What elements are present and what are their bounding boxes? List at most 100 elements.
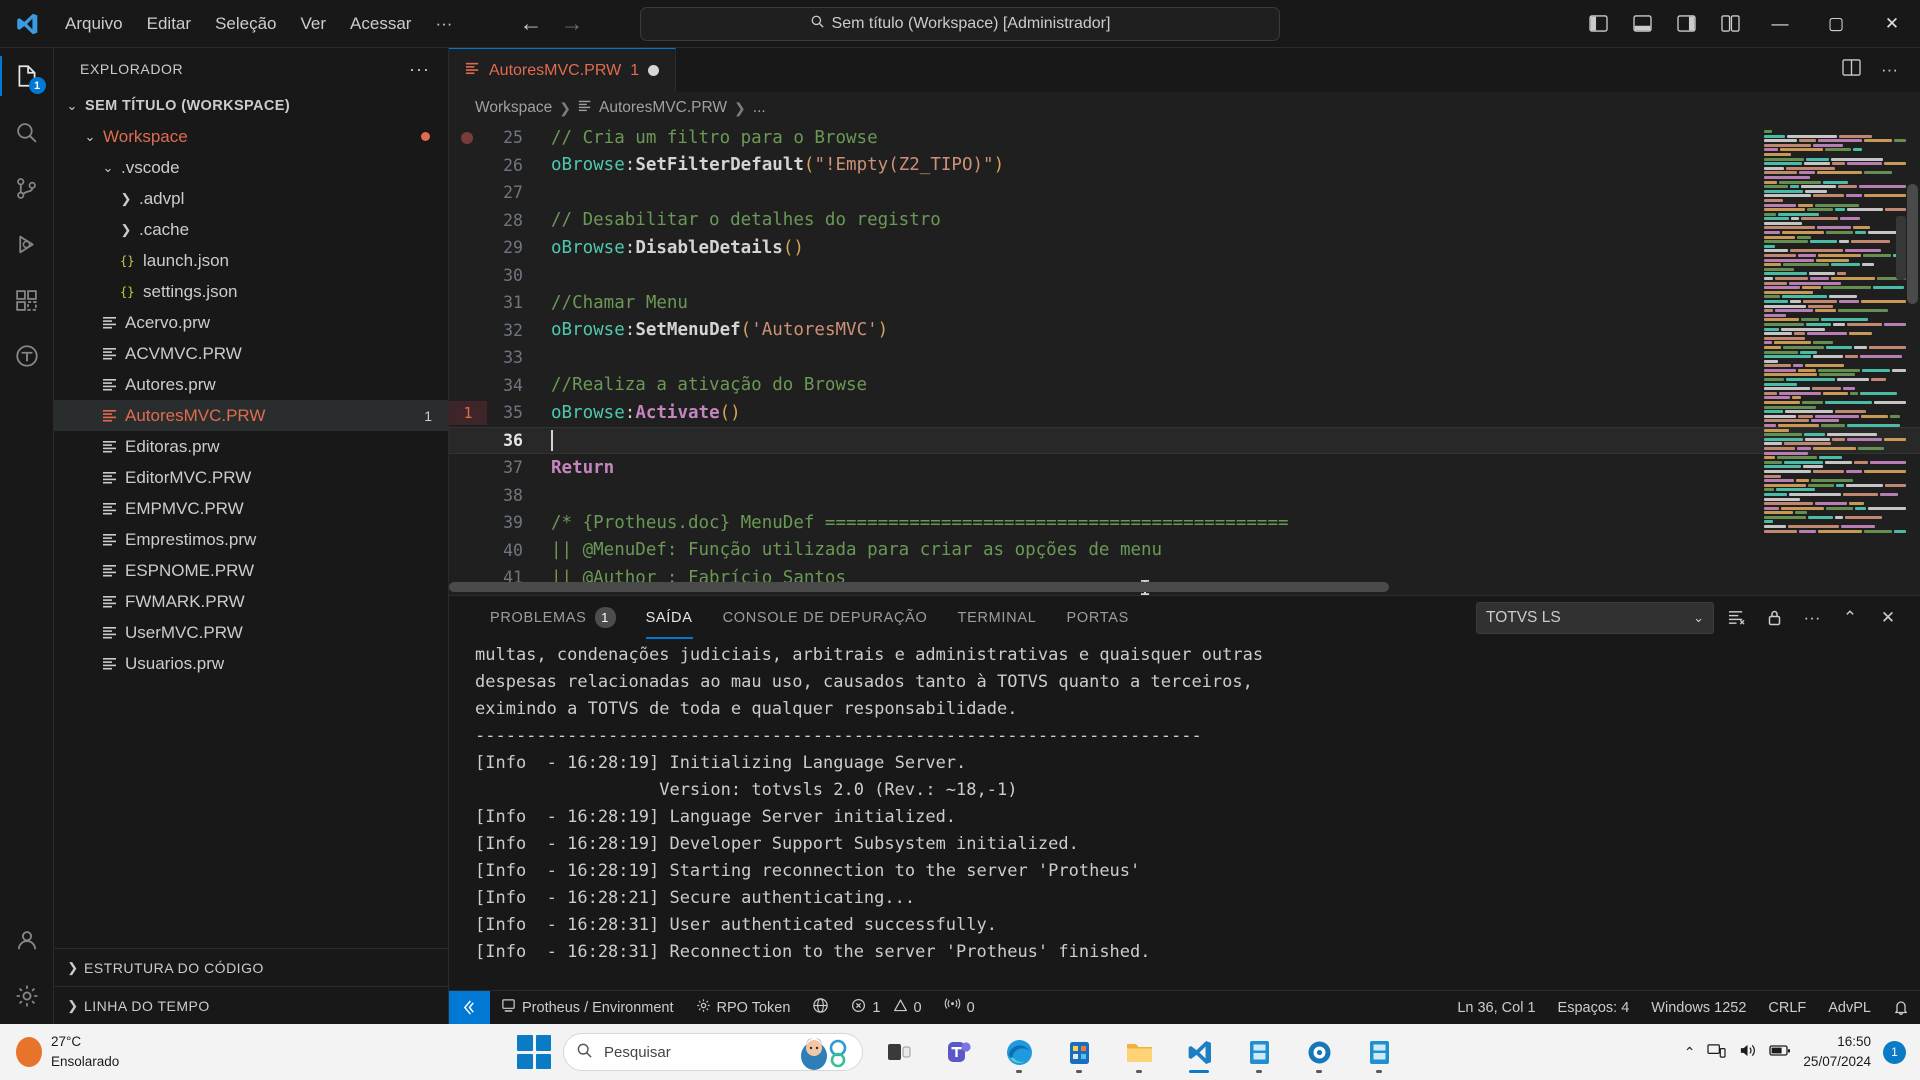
- remote-indicator[interactable]: [449, 990, 490, 1025]
- code-line-36[interactable]: 36: [449, 426, 1920, 454]
- output-channel-select[interactable]: TOTVS LS ⌄: [1476, 601, 1714, 634]
- tree-item-espnome-prw[interactable]: ESPNOME.PRW: [54, 555, 448, 586]
- line-text[interactable]: // Cria um filtro para o Browse: [543, 128, 878, 148]
- activity-accounts[interactable]: [0, 912, 54, 968]
- activity-extensions[interactable]: [0, 272, 54, 328]
- editor-layout-icon[interactable]: [1708, 0, 1752, 48]
- line-text[interactable]: //Realiza a ativação do Browse: [543, 375, 867, 395]
- line-text[interactable]: // Desabilitar o detalhes do registro: [543, 210, 941, 230]
- line-text[interactable]: || @MenuDef: Função utilizada para criar…: [543, 540, 1162, 560]
- panel-tab-terminal[interactable]: TERMINAL: [943, 596, 1052, 639]
- command-center[interactable]: Sem título (Workspace) [Administrador]: [640, 6, 1280, 41]
- menu-more-icon[interactable]: ···: [424, 9, 463, 39]
- editor-scrollbar[interactable]: [1907, 184, 1918, 304]
- menu-acessar[interactable]: Acessar: [339, 9, 422, 39]
- sidebar-section-outline[interactable]: ❯ ESTRUTURA DO CÓDIGO: [54, 948, 448, 986]
- menu-arquivo[interactable]: Arquivo: [54, 9, 134, 39]
- line-text[interactable]: [543, 429, 553, 451]
- code-line-33[interactable]: 33: [449, 344, 1920, 372]
- breadcrumb-symbol[interactable]: ...: [753, 99, 766, 117]
- tree-item-acervo-prw[interactable]: Acervo.prw: [54, 307, 448, 338]
- taskbar-task-view[interactable]: [875, 1028, 923, 1076]
- line-text[interactable]: oBrowse:SetFilterDefault("!Empty(Z2_TIPO…: [543, 155, 1004, 175]
- code-line-39[interactable]: 39 /* {Protheus.doc} MenuDef ============…: [449, 509, 1920, 537]
- line-text[interactable]: oBrowse:DisableDetails(): [543, 238, 804, 258]
- arrow-right-icon[interactable]: →: [560, 12, 583, 35]
- maximize-panel-icon[interactable]: ⌃: [1834, 602, 1866, 634]
- code-line-32[interactable]: 32 oBrowse:SetMenuDef('AutoresMVC'): [449, 317, 1920, 345]
- taskbar-edge[interactable]: [995, 1028, 1043, 1076]
- breakpoint-dot-icon[interactable]: [461, 132, 473, 144]
- split-editor-icon[interactable]: [1834, 59, 1869, 81]
- sidebar-section-timeline[interactable]: ❯ LINHA DO TEMPO: [54, 986, 448, 1024]
- taskbar-store[interactable]: [1055, 1028, 1103, 1076]
- arrow-left-icon[interactable]: ←: [519, 12, 542, 35]
- panel-right-icon[interactable]: [1664, 0, 1708, 48]
- modified-dot-icon[interactable]: [648, 65, 660, 76]
- breadcrumb-workspace[interactable]: Workspace: [475, 99, 552, 117]
- chevron-up-icon[interactable]: ⌃: [1684, 1044, 1696, 1061]
- code-line-37[interactable]: 37 Return: [449, 454, 1920, 482]
- close-panel-icon[interactable]: ✕: [1872, 602, 1904, 634]
- code-line-31[interactable]: 31 //Chamar Menu: [449, 289, 1920, 317]
- line-text[interactable]: /* {Protheus.doc} MenuDef ==============…: [543, 513, 1289, 533]
- status-rpo-token[interactable]: RPO Token: [685, 991, 802, 1025]
- breadcrumb-file[interactable]: AutoresMVC.PRW: [599, 99, 727, 117]
- network-icon[interactable]: [1707, 1042, 1727, 1062]
- status-eol[interactable]: CRLF: [1757, 991, 1817, 1025]
- tree-item-advpl[interactable]: ❯ .advpl: [54, 183, 448, 214]
- code-line-25[interactable]: 25 // Cria um filtro para o Browse: [449, 124, 1920, 152]
- close-button[interactable]: ✕: [1864, 0, 1920, 48]
- chevron-right-icon[interactable]: ❯: [116, 222, 136, 238]
- tab-autoresmvc[interactable]: AutoresMVC.PRW 1: [449, 48, 677, 92]
- maximize-button[interactable]: ▢: [1808, 0, 1864, 48]
- tree-item-autores-prw[interactable]: Autores.prw: [54, 369, 448, 400]
- output-content[interactable]: multas, condenações judiciais, arbitrais…: [449, 639, 1920, 990]
- line-text[interactable]: Return: [543, 458, 614, 478]
- lock-scroll-icon[interactable]: [1758, 602, 1790, 634]
- status-protheus-environment[interactable]: Protheus / Environment: [490, 991, 685, 1025]
- activity-explorer[interactable]: 1: [0, 48, 54, 104]
- more-actions-icon[interactable]: ···: [1873, 60, 1906, 80]
- tree-item-emprestimos-prw[interactable]: Emprestimos.prw: [54, 524, 448, 555]
- tree-item-editormvc-prw[interactable]: EditorMVC.PRW: [54, 462, 448, 493]
- taskbar-totvs-app[interactable]: [1235, 1028, 1283, 1076]
- status-problems[interactable]: 1 0: [840, 991, 932, 1025]
- taskbar-search[interactable]: Pesquisar: [563, 1033, 863, 1071]
- minimize-button[interactable]: —: [1752, 0, 1808, 48]
- code-line-30[interactable]: 30: [449, 262, 1920, 290]
- tree-item-settings-json[interactable]: {} settings.json: [54, 276, 448, 307]
- tree-item-cache[interactable]: ❯ .cache: [54, 214, 448, 245]
- taskbar-clock[interactable]: 16:50 25/07/2024: [1803, 1032, 1871, 1071]
- panel-tab-sa-da[interactable]: SAÍDA: [631, 596, 708, 639]
- code-line-26[interactable]: 26 oBrowse:SetFilterDefault("!Empty(Z2_TI…: [449, 152, 1920, 180]
- tree-item-vscode[interactable]: ⌄ .vscode: [54, 152, 448, 183]
- status-line-col[interactable]: Ln 36, Col 1: [1446, 991, 1546, 1025]
- chevron-down-icon[interactable]: ⌄: [62, 98, 82, 114]
- activity-run-and-debug[interactable]: [0, 216, 54, 272]
- line-text[interactable]: oBrowse:Activate(): [543, 403, 741, 423]
- tree-item-fwmark-prw[interactable]: FWMARK.PRW: [54, 586, 448, 617]
- clear-output-icon[interactable]: [1720, 602, 1752, 634]
- status-encoding[interactable]: Windows 1252: [1640, 991, 1757, 1025]
- code-line-38[interactable]: 38: [449, 482, 1920, 510]
- tree-item-usuarios-prw[interactable]: Usuarios.prw: [54, 648, 448, 679]
- panel-tab-console-de-depura-o[interactable]: CONSOLE DE DEPURAÇÃO: [708, 596, 943, 639]
- bell-dot-icon[interactable]: [1882, 991, 1920, 1025]
- editor-horizontal-scrollbar[interactable]: [449, 582, 1754, 592]
- tree-item-launch-json[interactable]: {} launch.json: [54, 245, 448, 276]
- code-line-40[interactable]: 40 || @MenuDef: Função utilizada para cri…: [449, 537, 1920, 565]
- activity-manage-gear-icon[interactable]: [0, 968, 54, 1024]
- taskbar-totvs-app-2[interactable]: [1355, 1028, 1403, 1076]
- more-actions-icon[interactable]: ···: [1796, 602, 1828, 634]
- chevron-down-icon[interactable]: ⌄: [80, 129, 100, 145]
- code-line-34[interactable]: 34 //Realiza a ativação do Browse: [449, 372, 1920, 400]
- windows-start-icon[interactable]: [517, 1035, 551, 1069]
- code-editor[interactable]: 25 // Cria um filtro para o Browse 26 oBrow…: [449, 124, 1920, 595]
- code-line-29[interactable]: 29 oBrowse:DisableDetails(): [449, 234, 1920, 262]
- activity-source-control[interactable]: [0, 160, 54, 216]
- line-text[interactable]: //Chamar Menu: [543, 293, 688, 313]
- volume-icon[interactable]: [1738, 1042, 1757, 1062]
- code-lines[interactable]: 25 // Cria um filtro para o Browse 26 oBrow…: [449, 124, 1920, 595]
- status-globe[interactable]: [801, 991, 840, 1025]
